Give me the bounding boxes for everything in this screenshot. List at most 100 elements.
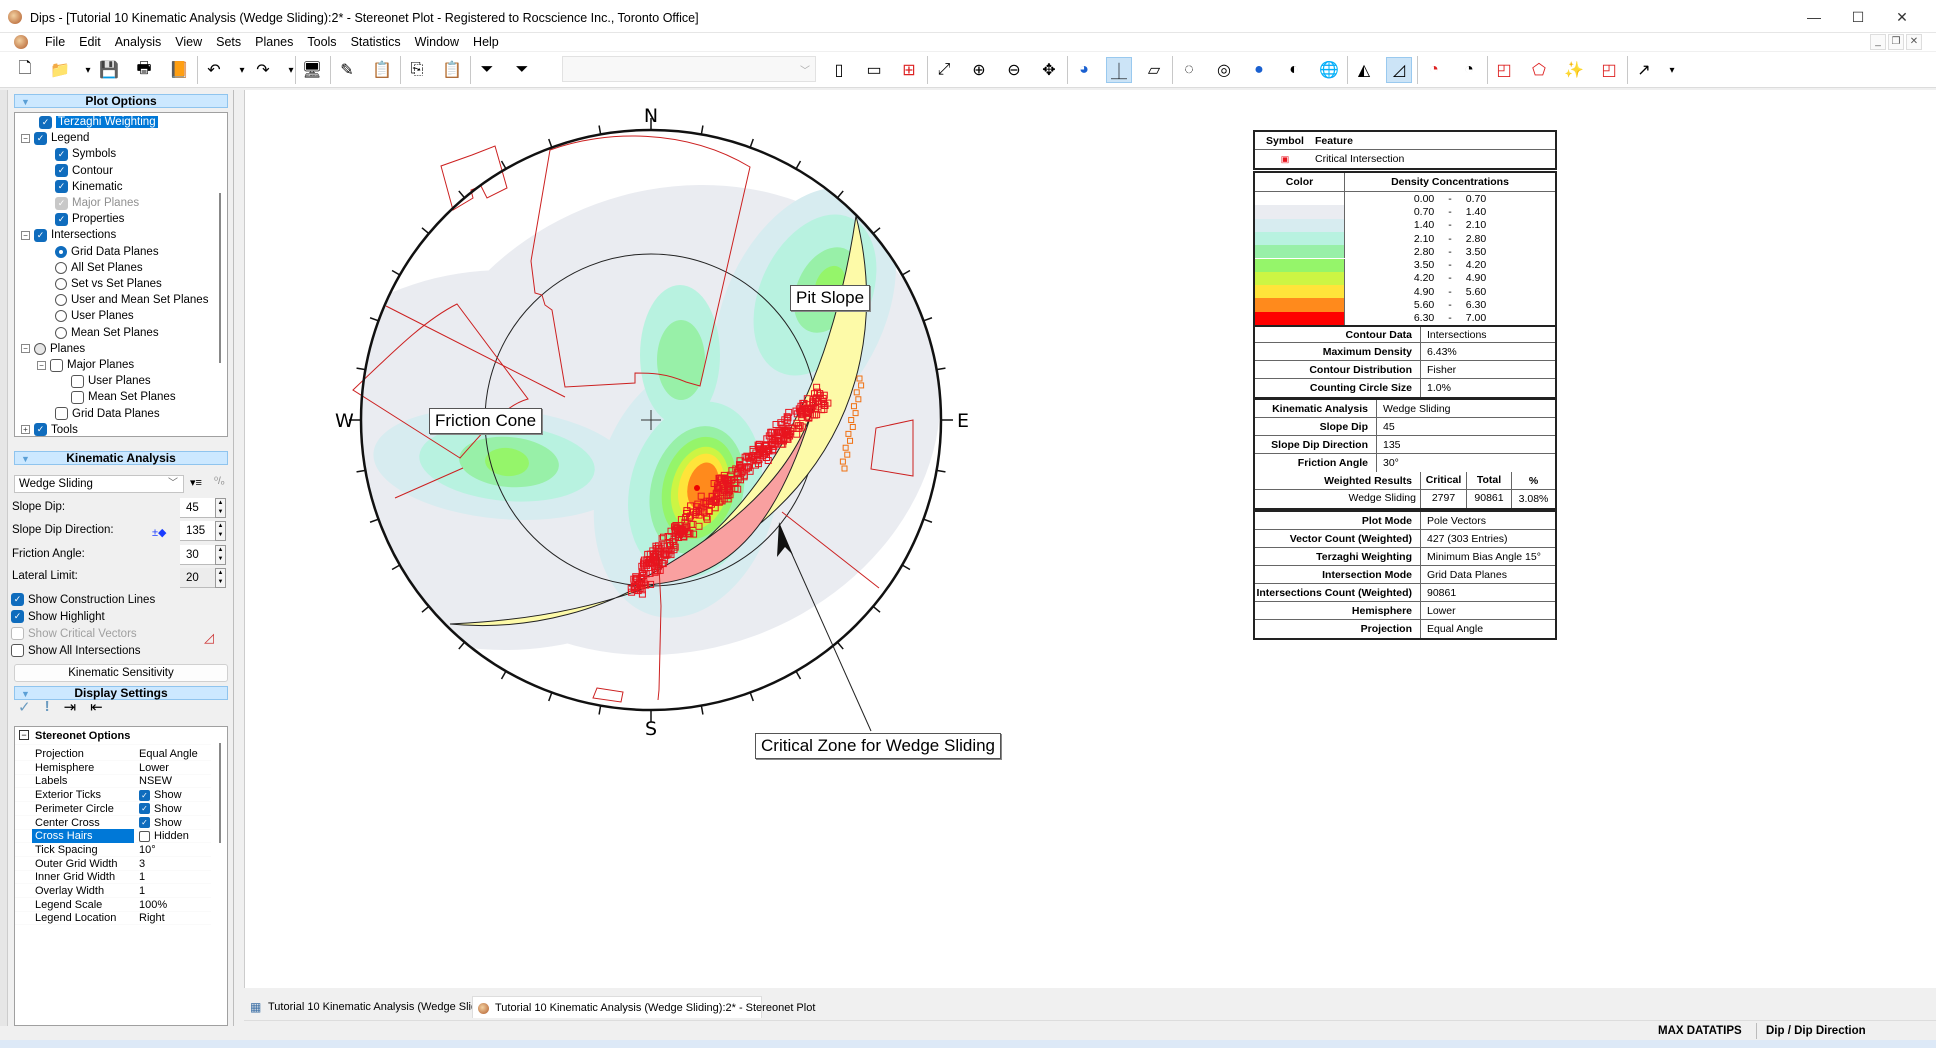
- book-icon[interactable]: 📙: [166, 57, 192, 83]
- property-row-inner-grid-width[interactable]: Inner Grid Width 1: [15, 870, 211, 885]
- document-icon[interactable]: [14, 35, 28, 49]
- tree-item-grid-data-planes[interactable]: Grid Data Planes: [55, 244, 159, 260]
- tree-item-user-and-mean-set-planes[interactable]: User and Mean Set Planes: [55, 292, 208, 308]
- tree-item-properties[interactable]: ✓ Properties: [55, 211, 124, 227]
- export-settings-icon[interactable]: ⇥: [64, 698, 77, 716]
- intersection-vectors-icon[interactable]: ▱: [1141, 57, 1167, 83]
- critical-zone-label[interactable]: Critical Zone for Wedge Sliding: [755, 733, 1002, 759]
- contour-plot-icon[interactable]: ●: [1246, 57, 1272, 83]
- new-window-icon[interactable]: ⊞: [896, 57, 922, 83]
- lateral-limit-stepper[interactable]: ▲ ▼: [215, 568, 226, 588]
- property-row-center-cross[interactable]: Center Cross ✓ Show: [15, 816, 211, 830]
- collapse-icon[interactable]: −: [21, 344, 30, 354]
- checkbox[interactable]: [71, 374, 84, 388]
- checkbox-show-highlight[interactable]: ✓ Show Highlight: [11, 610, 105, 623]
- compass-pick-icon[interactable]: ±◆: [152, 526, 167, 539]
- add-polygon-icon[interactable]: ⬠: [1526, 57, 1552, 83]
- menu-analysis[interactable]: Analysis: [108, 34, 169, 50]
- tab-grid-data[interactable]: ▦ Tutorial 10 Kinematic Analysis (Wedge …: [246, 996, 509, 1018]
- property-checkbox[interactable]: ✓: [139, 817, 150, 828]
- tile-vertical-icon[interactable]: ▯: [826, 57, 852, 83]
- checkbox-show-all-intersections[interactable]: Show All Intersections: [11, 644, 141, 657]
- tree-item-planes[interactable]: − Planes: [21, 341, 85, 357]
- analysis-mode-select[interactable]: Wedge Sliding ﹀: [14, 475, 184, 493]
- minimize-button[interactable]: —: [1796, 6, 1832, 28]
- mdi-restore-button[interactable]: ❐: [1888, 34, 1904, 50]
- tree-item-user-planes[interactable]: User Planes: [71, 373, 151, 389]
- property-row-labels[interactable]: Labels NSEW: [15, 774, 211, 789]
- tree-item-contour[interactable]: ✓ Contour: [55, 163, 113, 179]
- exclamation-icon[interactable]: !: [45, 698, 50, 716]
- menu-file[interactable]: File: [38, 34, 72, 50]
- tab-stereonet-plot[interactable]: Tutorial 10 Kinematic Analysis (Wedge Sl…: [472, 996, 815, 1018]
- add-window-icon[interactable]: ◰: [1491, 57, 1517, 83]
- property-row-tick-spacing[interactable]: Tick Spacing 10°: [15, 843, 211, 857]
- tree-scrollbar[interactable]: [219, 193, 221, 363]
- dropdown-arrow-icon[interactable]: ▾: [82, 57, 94, 83]
- property-checkbox[interactable]: ✓: [139, 789, 150, 801]
- checkbox-box[interactable]: ✓: [11, 610, 24, 623]
- stereonet-contour-icon[interactable]: ◕: [1071, 57, 1097, 83]
- add-plane-icon[interactable]: ◔: [1421, 57, 1447, 83]
- tile-horizontal-icon[interactable]: ▭: [861, 57, 887, 83]
- menu-help[interactable]: Help: [466, 34, 506, 50]
- checkbox-show-critical-vectors[interactable]: Show Critical Vectors: [11, 627, 137, 640]
- dropdown-arrow-icon[interactable]: ▾: [236, 57, 248, 83]
- collapse-icon[interactable]: −: [21, 230, 30, 240]
- checkbox[interactable]: ✓: [55, 164, 68, 178]
- list-options-icon[interactable]: ▾≡: [190, 476, 202, 489]
- slope-dip-stepper[interactable]: ▲ ▼: [215, 498, 226, 518]
- rosette-icon[interactable]: ◭: [1351, 57, 1377, 83]
- tree-item-major-planes[interactable]: − Major Planes: [37, 357, 134, 373]
- property-checkbox[interactable]: [139, 830, 150, 842]
- scatter-plot-icon[interactable]: ◎: [1211, 57, 1237, 83]
- checkbox[interactable]: ✓: [55, 180, 68, 194]
- checkbox[interactable]: ✓: [34, 423, 47, 436]
- close-button[interactable]: ✕: [1884, 6, 1920, 28]
- property-row-exterior-ticks[interactable]: Exterior Ticks ✓ Show: [15, 788, 211, 803]
- print-icon[interactable]: 🖶: [131, 57, 157, 83]
- menu-edit[interactable]: Edit: [72, 34, 108, 50]
- checkbox[interactable]: ✓: [55, 212, 68, 226]
- checkbox[interactable]: [55, 407, 68, 421]
- undo-icon[interactable]: ↶: [201, 57, 227, 83]
- collapse-icon[interactable]: −: [37, 360, 46, 370]
- checkbox[interactable]: [71, 390, 84, 404]
- checkbox[interactable]: ✓: [34, 131, 47, 145]
- clipboard-icon[interactable]: 📋: [369, 57, 395, 83]
- property-row-legend-scale[interactable]: Legend Scale 100%: [15, 898, 211, 912]
- kinematic-analysis-icon[interactable]: ◿: [1386, 57, 1412, 83]
- menu-statistics[interactable]: Statistics: [344, 34, 408, 50]
- props-scrollbar[interactable]: [219, 743, 221, 843]
- orientation-mode-status[interactable]: Dip / Dip Direction: [1766, 1023, 1866, 1039]
- filter-list-icon[interactable]: ⏷: [509, 57, 535, 83]
- copy-icon[interactable]: ⎘: [404, 57, 430, 83]
- checkbox-box[interactable]: ✓: [11, 593, 24, 606]
- toolbar-combo[interactable]: ﹀: [562, 56, 816, 82]
- paste-icon[interactable]: 📋: [439, 57, 465, 83]
- new-file-icon[interactable]: 🗋: [12, 57, 38, 83]
- edit-planes-icon[interactable]: ◔: [1456, 57, 1482, 83]
- checkbox-box[interactable]: [11, 627, 24, 640]
- import-settings-icon[interactable]: ⇤: [90, 698, 103, 716]
- checkbox-show-construction-lines[interactable]: ✓ Show Construction Lines: [11, 593, 155, 606]
- pole-plot-icon[interactable]: ◌: [1176, 57, 1202, 83]
- edit-window-icon[interactable]: ◰: [1596, 57, 1622, 83]
- menu-window[interactable]: Window: [408, 34, 466, 50]
- radio-button[interactable]: [55, 261, 67, 274]
- friction-angle-stepper[interactable]: ▲ ▼: [215, 545, 226, 565]
- radio-button[interactable]: [55, 294, 67, 307]
- mdi-minimize-button[interactable]: _: [1870, 34, 1886, 50]
- tree-item-tools[interactable]: + ✓ Tools: [21, 422, 78, 436]
- fraction-icon[interactable]: ⁰/ₒ: [214, 476, 225, 487]
- checkbox[interactable]: ✓: [55, 147, 68, 161]
- pit-slope-label[interactable]: Pit Slope: [790, 285, 871, 311]
- grid-overlay-icon[interactable]: 🌐: [1316, 57, 1342, 83]
- checkbox-box[interactable]: [11, 644, 24, 657]
- tree-item-kinematic[interactable]: ✓ Kinematic: [55, 179, 123, 195]
- property-checkbox[interactable]: ✓: [139, 803, 150, 815]
- checkbox[interactable]: ✓: [55, 196, 68, 210]
- tree-item-grid-data-planes[interactable]: Grid Data Planes: [55, 406, 160, 422]
- checkbox[interactable]: ✓: [39, 115, 52, 129]
- max-datatips-status[interactable]: MAX DATATIPS: [1658, 1023, 1742, 1039]
